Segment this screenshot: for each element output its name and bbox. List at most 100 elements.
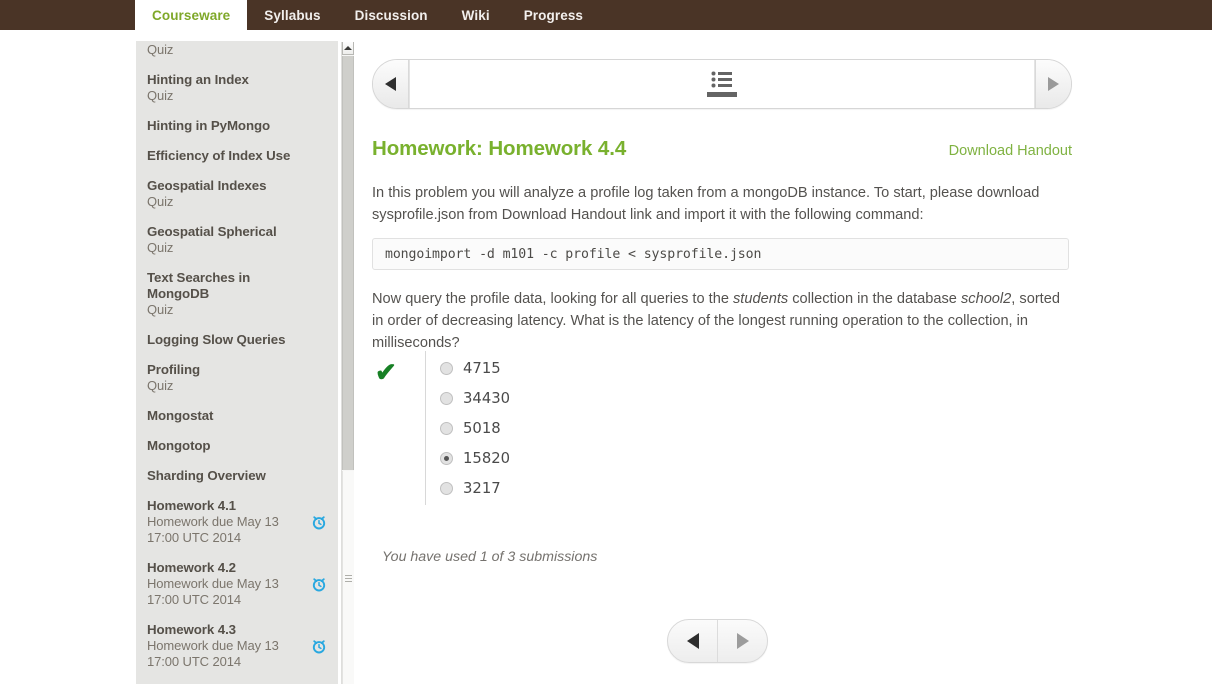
sidebar-item-subtitle: Quiz [147,240,174,255]
sidebar-item-subtitle: Quiz [147,378,174,393]
sidebar-item-title: Mongostat [147,408,214,423]
sidebar-item-title: Sharding Overview [147,468,266,483]
radio-button[interactable] [440,421,453,435]
sidebar-item[interactable]: Homework 4.2 Homework due May 13 17:00 UT… [136,553,338,615]
radio-choice-list: 4715 34430 5018 15820 3217 [425,351,1072,505]
sidebar-item[interactable]: Hinting in PyMongo [136,111,338,141]
download-handout-link[interactable]: Download Handout [949,143,1072,159]
sidebar-item-subtitle: Quiz [147,88,174,103]
answer-choice-label: 34430 [463,389,511,407]
sidebar-item-title: Homework 4.2 [147,560,236,575]
sidebar-item-title: Profiling [147,362,201,377]
import-command-code-block: mongoimport -d m101 -c profile < sysprof… [372,238,1069,270]
answer-choice[interactable]: 4715 [440,353,1072,383]
question-emphasis-school2: school2 [960,291,1012,307]
question-text-part-2: collection in the database [788,291,961,307]
bottom-prev-button[interactable] [668,620,718,662]
question-emphasis-students: students [733,291,789,307]
triangle-left-icon [686,633,699,649]
sidebar-item-title: Geospatial Spherical [147,224,277,239]
sidebar-item-title: Text Searches in MongoDB [147,270,251,301]
alarm-clock-icon [312,578,326,592]
tab-progress[interactable]: Progress [507,0,600,30]
sidebar-item-subtitle: Homework due May 13 17:00 UTC 2014 [147,638,279,669]
tab-courseware[interactable]: Courseware [135,0,248,30]
radio-button[interactable] [440,391,453,405]
sidebar-item-title: Logging Slow Queries [147,332,286,347]
sidebar-item[interactable]: Quiz [136,41,338,65]
main-navigation-tabs: Courseware Syllabus Discussion Wiki Prog… [135,0,600,30]
radio-button[interactable] [440,361,453,375]
tab-syllabus-label: Syllabus [264,7,321,23]
submissions-status-text: You have used 1 of 3 submissions [382,549,598,565]
alarm-clock-icon [312,640,326,654]
sidebar-item[interactable]: Geospatial Indexes Quiz [136,171,338,217]
tab-discussion-label: Discussion [354,7,428,23]
tab-discussion[interactable]: Discussion [338,0,445,30]
panel-resize-grip[interactable] [345,575,352,584]
triangle-left-icon [385,77,396,91]
sidebar-item[interactable]: Mongotop [136,431,338,461]
sidebar-item[interactable]: Geospatial Spherical Quiz [136,217,338,263]
sidebar-item[interactable]: Sharding Overview [136,461,338,491]
answer-choice-label: 15820 [463,449,511,467]
triangle-right-icon [1048,77,1059,91]
bottom-pagination-nav [667,619,768,663]
sidebar-item[interactable]: Homework 4.3 Homework due May 13 17:00 UT… [136,615,338,677]
sidebar-item[interactable]: Profiling Quiz [136,355,338,401]
sidebar-item-title: Homework 4.1 [147,498,236,513]
problem-question-paragraph: Now query the profile data, looking for … [372,288,1067,354]
sidebar-item[interactable]: Mongostat [136,401,338,431]
alarm-clock-icon [312,516,326,530]
answer-choice[interactable]: 15820 [440,443,1072,473]
sidebar-item-title: Geospatial Indexes [147,178,267,193]
triangle-right-icon [736,633,749,649]
sidebar-item[interactable]: Text Searches in MongoDB Quiz [136,263,338,325]
sequence-prev-button[interactable] [373,60,409,108]
scrollbar-thumb[interactable] [342,56,354,470]
problem-header-row: Homework: Homework 4.4 Download Handout [372,137,1072,161]
tab-syllabus[interactable]: Syllabus [247,0,337,30]
checkmark-icon: ✔ [375,357,397,387]
sidebar-scrollbar[interactable] [341,42,354,684]
sidebar-item-title: Hinting an Index [147,72,249,87]
answer-choice[interactable]: 3217 [440,473,1072,503]
tab-courseware-label: Courseware [152,7,231,23]
sidebar-item[interactable]: Hinting an Index Quiz [136,65,338,111]
page-title: Homework: Homework 4.4 [372,137,627,160]
sequence-item-list [409,60,1035,108]
tab-wiki[interactable]: Wiki [445,0,507,30]
answer-choices-block: ✔ 4715 34430 5018 15820 3217 [372,351,1072,505]
sidebar-item-title: Hinting in PyMongo [147,118,271,133]
sequence-item-active-indicator [707,92,737,97]
answer-choice[interactable]: 5018 [440,413,1072,443]
sidebar-item[interactable]: Homework 4.1 Homework due May 13 17:00 UT… [136,491,338,553]
sidebar-item[interactable]: Efficiency of Index Use [136,141,338,171]
radio-button[interactable] [440,451,453,465]
sequence-next-button[interactable] [1035,60,1071,108]
radio-button[interactable] [440,481,453,495]
scrollbar-up-arrow-icon[interactable] [342,42,354,55]
bottom-next-button[interactable] [718,620,767,662]
sidebar-item-title: Homework 4.3 [147,622,236,637]
sidebar-item-list: Quiz Hinting an Index Quiz Hinting in PyMon… [136,41,338,677]
answer-choice-label: 3217 [463,479,501,497]
sidebar-item-subtitle: Quiz [147,42,174,57]
sequence-item-problem[interactable] [701,60,743,108]
sidebar-item-title: Mongotop [147,438,211,453]
answer-choice-label: 5018 [463,419,501,437]
sidebar-item-subtitle: Quiz [147,302,174,317]
sequence-navigation-bar [372,59,1072,109]
course-section-sidebar[interactable]: Quiz Hinting an Index Quiz Hinting in PyMon… [136,41,338,684]
problem-intro-paragraph: In this problem you will analyze a profi… [372,185,1040,223]
sidebar-item-title: Efficiency of Index Use [147,148,291,163]
list-icon [711,71,732,88]
tab-wiki-label: Wiki [461,7,490,23]
tab-progress-label: Progress [523,7,584,23]
sidebar-item[interactable]: Logging Slow Queries [136,325,338,355]
answer-choice-label: 4715 [463,359,501,377]
sidebar-item-subtitle: Quiz [147,194,174,209]
sidebar-item-subtitle: Homework due May 13 17:00 UTC 2014 [147,514,279,545]
sidebar-item-subtitle: Homework due May 13 17:00 UTC 2014 [147,576,279,607]
answer-choice[interactable]: 34430 [440,383,1072,413]
